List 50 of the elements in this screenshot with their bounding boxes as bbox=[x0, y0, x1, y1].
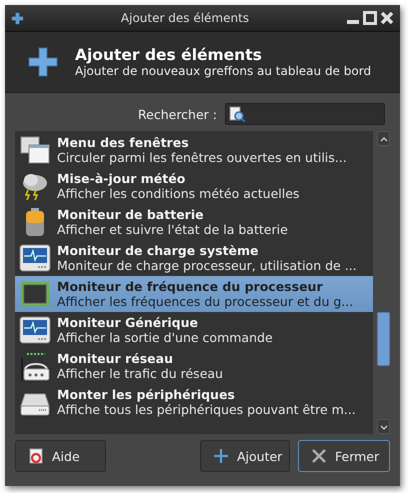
plugin-name: Menu des fenêtres bbox=[57, 134, 190, 150]
plugin-description: Moniteur de charge processeur, utilisation de ... bbox=[57, 258, 357, 274]
plus-icon bbox=[11, 12, 24, 24]
plugin-item[interactable]: Moniteur Générique Afficher la sortie d'une commande bbox=[15, 312, 373, 348]
search-label: Rechercher : bbox=[138, 106, 217, 122]
router-icon bbox=[19, 350, 51, 382]
plugin-item[interactable]: Mise-à-jour météo Afficher les conditions météo actuelles bbox=[15, 168, 373, 204]
header-subtitle: Ajouter de nouveaux greffons au tableau de bord bbox=[75, 64, 372, 78]
plus-icon bbox=[213, 448, 229, 464]
lifebuoy-icon bbox=[28, 448, 44, 464]
plugin-item[interactable]: Monter les périphériques Affiche tous les périphériques pouvant être m... bbox=[15, 384, 373, 420]
plugin-item[interactable]: Moniteur de fréquence du processeur Afficher les fréquences du processeur et du g... bbox=[15, 276, 373, 312]
close-icon bbox=[311, 448, 327, 464]
plugin-name: Moniteur Générique bbox=[57, 314, 199, 330]
scroll-down-button[interactable] bbox=[377, 419, 390, 434]
plus-icon bbox=[27, 46, 59, 78]
plugin-item[interactable]: Moniteur de batterie Afficher et suivre l'état de la batterie bbox=[15, 204, 373, 240]
window-title: Ajouter des éléments bbox=[120, 11, 250, 25]
plugin-description: Afficher les fréquences du processeur et du g... bbox=[57, 294, 354, 310]
scroll-thumb[interactable] bbox=[377, 312, 390, 366]
windows-icon bbox=[19, 134, 51, 166]
help-button[interactable]: Aide bbox=[15, 440, 106, 472]
monitor-icon bbox=[19, 242, 51, 274]
plugin-description: Circuler parmi les fenêtres ouvertes en utilis... bbox=[57, 150, 347, 166]
caret-down-icon bbox=[380, 422, 388, 430]
plugin-item[interactable]: Menu des fenêtres Circuler parmi les fenêtres ouvertes en utilis... bbox=[15, 132, 373, 168]
plugin-item[interactable]: Moniteur de charge système Moniteur de charge processeur, utilisation de ... bbox=[15, 240, 373, 276]
plugin-description: Afficher et suivre l'état de la batterie bbox=[57, 222, 288, 238]
plugin-description: Afficher le trafic du réseau bbox=[57, 366, 223, 382]
plugin-name: Moniteur de fréquence du processeur bbox=[57, 278, 324, 294]
close-button[interactable]: Fermer bbox=[298, 440, 390, 472]
scrollbar[interactable] bbox=[377, 131, 390, 434]
plugin-name: Monter les périphériques bbox=[57, 386, 236, 402]
monitor-icon bbox=[19, 314, 51, 346]
search-icon bbox=[229, 106, 245, 122]
plugin-name: Moniteur réseau bbox=[57, 350, 174, 366]
plugin-name: Moniteur de charge système bbox=[57, 242, 260, 258]
plugin-name: Mise-à-jour météo bbox=[57, 170, 186, 186]
search-field[interactable] bbox=[225, 103, 385, 125]
header-title: Ajouter des éléments bbox=[75, 46, 263, 64]
maximize-icon[interactable] bbox=[363, 11, 377, 25]
plugin-name: Moniteur de batterie bbox=[57, 206, 205, 222]
caret-up-icon bbox=[380, 134, 388, 142]
plugin-description: Afficher la sortie d'une commande bbox=[57, 330, 273, 346]
scroll-up-button[interactable] bbox=[377, 131, 390, 146]
plugin-item[interactable]: Moniteur réseau Afficher le trafic du réseau bbox=[15, 348, 373, 384]
add-button[interactable]: Ajouter bbox=[200, 440, 290, 472]
plugin-description: Afficher les conditions météo actuelles bbox=[57, 186, 300, 202]
close-icon[interactable] bbox=[380, 11, 394, 25]
plugin-description: Affiche tous les périphériques pouvant être m... bbox=[57, 402, 356, 418]
